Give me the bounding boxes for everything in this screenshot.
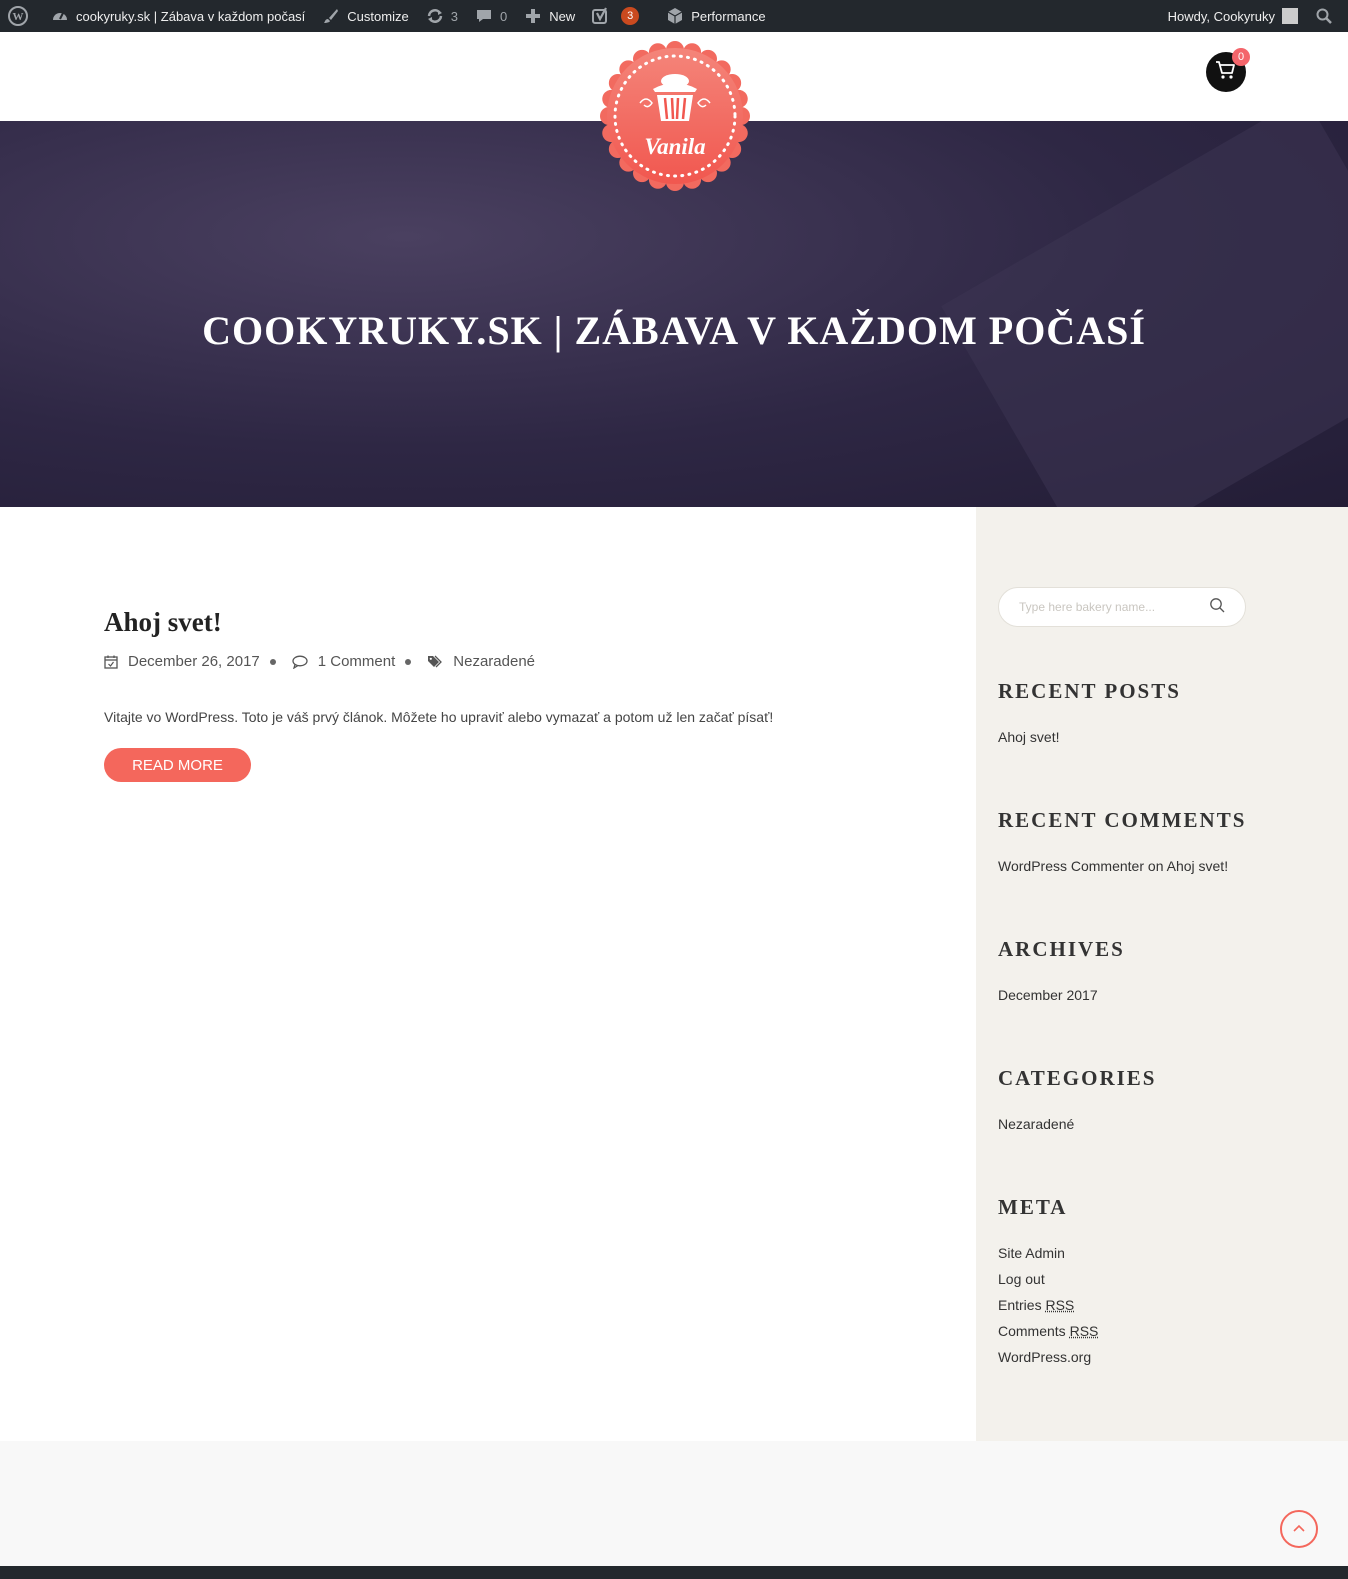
- paintbrush-icon: [321, 6, 341, 26]
- post-comments-link[interactable]: 1 Comment: [318, 653, 396, 670]
- updates-button[interactable]: 3: [417, 0, 466, 32]
- my-account-menu[interactable]: Howdy, Cookyruky: [1160, 0, 1306, 32]
- post-date-link[interactable]: December 26, 2017: [128, 653, 260, 670]
- performance-menu[interactable]: Performance: [657, 0, 773, 32]
- meta-title: META: [998, 1195, 1068, 1219]
- logo-text: Vanila: [644, 134, 705, 159]
- search-input[interactable]: [1019, 600, 1209, 614]
- performance-cube-icon: [665, 6, 685, 26]
- comment-post-link[interactable]: Ahoj svet!: [1167, 858, 1228, 874]
- performance-label: Performance: [691, 8, 766, 24]
- comment-on-label: on: [1147, 858, 1164, 874]
- updates-count: 3: [450, 8, 458, 24]
- recent-comment-item: WordPress Commenter on Ahoj svet!: [998, 858, 1228, 874]
- avatar: [1282, 8, 1298, 24]
- recent-comments-title: RECENT COMMENTS: [998, 808, 1247, 832]
- entries-label: Entries: [998, 1297, 1042, 1313]
- post-category-link[interactable]: Nezaradené: [453, 653, 535, 670]
- yoast-notification-badge: 3: [621, 7, 640, 25]
- post-meta: December 26, 2017 1 Comment Nezaradené: [104, 653, 535, 670]
- post-title-link[interactable]: Ahoj svet!: [104, 607, 222, 638]
- sidebar: RECENT POSTS Ahoj svet! RECENT COMMENTS …: [976, 507, 1348, 1441]
- wordpress-org-link[interactable]: WordPress.org: [998, 1349, 1091, 1365]
- bottom-bar: [0, 1566, 1348, 1579]
- archives-title: ARCHIVES: [998, 937, 1125, 961]
- main-content: Ahoj svet! December 26, 2017 1 Comment N…: [0, 507, 976, 1441]
- cart-count-badge: 0: [1232, 48, 1250, 66]
- comment-author-link[interactable]: WordPress Commenter: [998, 858, 1144, 874]
- comments-count: 0: [499, 8, 508, 24]
- rss-abbr: RSS: [1069, 1323, 1099, 1339]
- customize-label: Customize: [347, 8, 409, 24]
- svg-text:W: W: [13, 11, 24, 23]
- scroll-to-top-button[interactable]: [1280, 1510, 1318, 1548]
- entries-rss-link[interactable]: Entries RSS: [998, 1297, 1074, 1313]
- dashboard-icon: [50, 6, 70, 26]
- comments-button[interactable]: 0: [466, 0, 515, 32]
- new-content-button[interactable]: New: [515, 0, 583, 32]
- recent-post-link[interactable]: Ahoj svet!: [998, 729, 1059, 745]
- updates-icon: [425, 6, 445, 26]
- footer: [0, 1441, 1348, 1566]
- site-name-label: cookyruky.sk | Zábava v každom počasí: [76, 8, 306, 24]
- comments-rss-link[interactable]: Comments RSS: [998, 1323, 1098, 1339]
- categories-title: CATEGORIES: [998, 1066, 1157, 1090]
- post-excerpt: Vitajte vo WordPress. Toto je váš prvý č…: [104, 709, 774, 725]
- yoast-icon: [591, 6, 611, 26]
- search-form: [998, 587, 1246, 627]
- rss-abbr: RSS: [1045, 1297, 1075, 1313]
- read-more-button[interactable]: READ MORE: [104, 748, 251, 782]
- site-logo[interactable]: Vanila: [600, 41, 750, 191]
- meta-separator: [269, 658, 276, 665]
- recent-posts-title: RECENT POSTS: [998, 679, 1181, 703]
- customize-button[interactable]: Customize: [313, 0, 416, 32]
- admin-search-button[interactable]: [1306, 0, 1348, 32]
- meta-separator: [405, 658, 412, 665]
- howdy-label: Howdy, Cookyruky: [1167, 8, 1275, 24]
- plus-icon: [523, 6, 543, 26]
- site-name-menu[interactable]: cookyruky.sk | Zábava v každom počasí: [42, 0, 313, 32]
- search-icon[interactable]: [1209, 597, 1225, 618]
- comment-icon: [292, 655, 308, 669]
- admin-bar: W cookyruky.sk | Zábava v každom počasí …: [0, 0, 1348, 32]
- new-label: New: [549, 8, 576, 24]
- yoast-seo-menu[interactable]: 3: [583, 0, 647, 32]
- archive-link[interactable]: December 2017: [998, 987, 1098, 1003]
- site-admin-link[interactable]: Site Admin: [998, 1245, 1065, 1261]
- page-title: COOKYRUKY.SK | ZÁBAVA V KAŽDOM POČASÍ: [202, 308, 1146, 353]
- category-link[interactable]: Nezaradené: [998, 1116, 1074, 1132]
- wordpress-icon: W: [8, 6, 28, 26]
- comment-bubble-icon: [474, 6, 494, 26]
- calendar-icon: [104, 655, 118, 669]
- search-icon: [1314, 6, 1334, 26]
- wordpress-logo-menu[interactable]: W: [0, 0, 42, 32]
- tags-icon: [427, 655, 443, 669]
- chevron-up-icon: [1292, 1520, 1306, 1538]
- log-out-link[interactable]: Log out: [998, 1271, 1045, 1287]
- comments-label: Comments: [998, 1323, 1066, 1339]
